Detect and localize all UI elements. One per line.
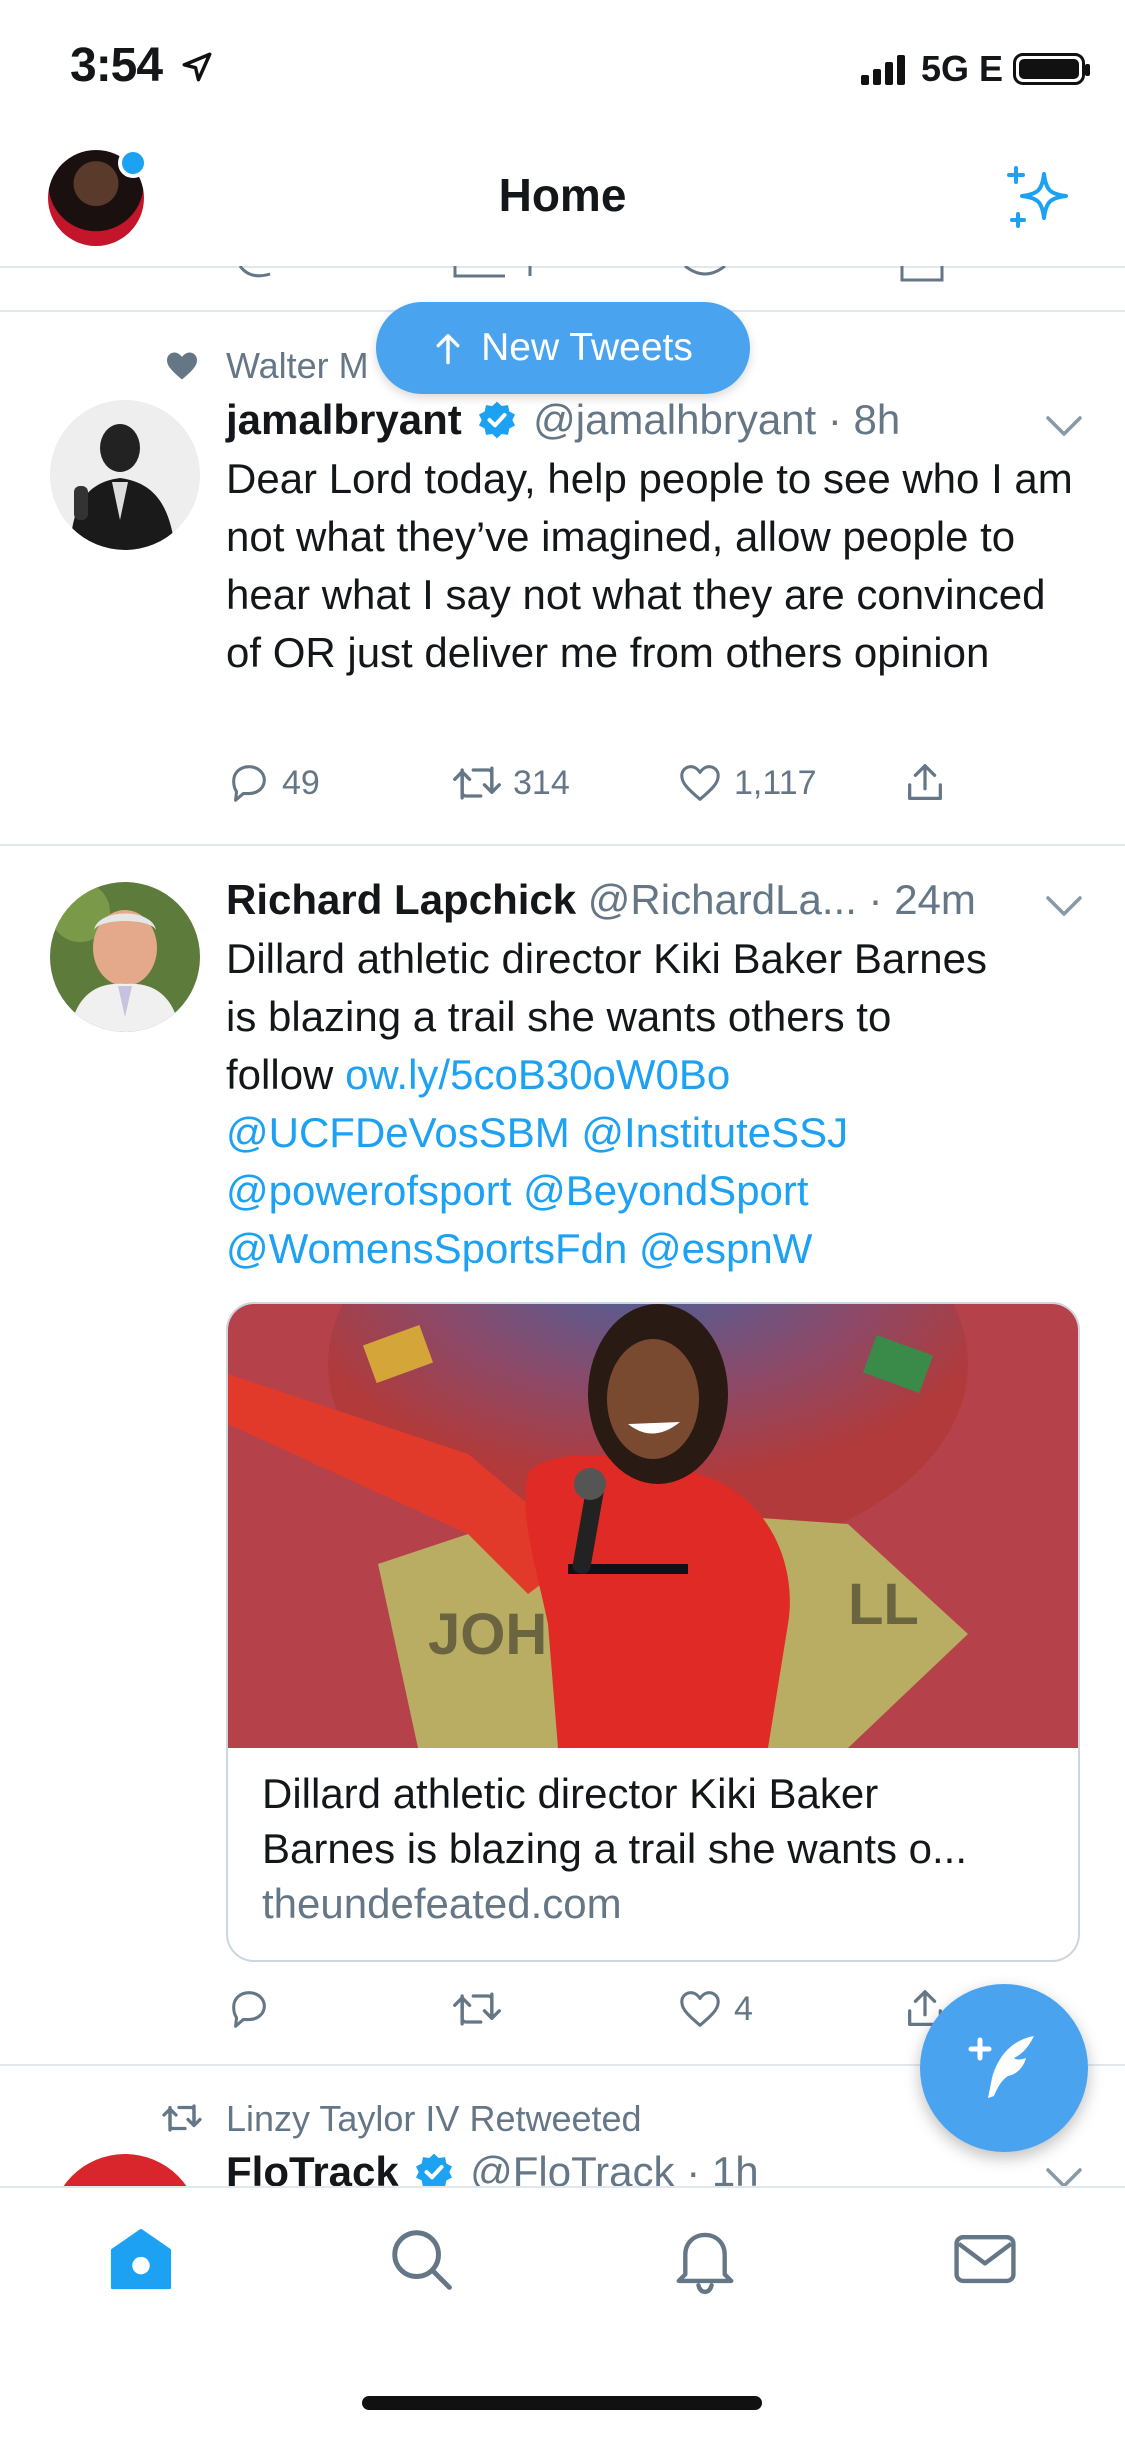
tweet-text: Dear Lord today, help people to see who … — [226, 455, 1073, 676]
svg-text:LL: LL — [848, 1572, 919, 1637]
avatar[interactable] — [50, 882, 200, 1032]
like-count: 4 — [734, 1989, 753, 2028]
reply-button[interactable] — [226, 1986, 451, 2032]
tweet-text-segment: follow — [226, 1051, 346, 1098]
like-heart-icon — [680, 1991, 720, 2027]
chevron-down-icon[interactable] — [1044, 412, 1084, 440]
tweet-author-handle[interactable]: @RichardLa... — [588, 876, 857, 923]
retweet-button[interactable]: 314 — [451, 760, 676, 806]
card-text: Dillard athletic director Kiki Baker Bar… — [228, 1748, 1078, 1931]
search-icon[interactable] — [386, 2224, 456, 2294]
new-tweets-label: New Tweets — [481, 326, 693, 369]
compose-feather-icon — [968, 2036, 1034, 2098]
like-count: 1,117 — [734, 763, 817, 802]
mail-icon[interactable] — [950, 2224, 1020, 2294]
tweet-author-name[interactable]: jamalbryant — [226, 396, 462, 443]
tweet-author-name[interactable]: Richard Lapchick — [226, 876, 576, 923]
share-button[interactable] — [901, 760, 1125, 806]
reply-button[interactable]: 49 — [226, 760, 451, 806]
tweet-time: · 24m — [868, 876, 976, 923]
signal-bars-icon — [860, 55, 905, 85]
retweet-icon — [453, 1992, 501, 2026]
svg-text:JOH: JOH — [428, 1602, 547, 1667]
home-icon[interactable] — [106, 2224, 176, 2294]
avatar[interactable] — [50, 400, 200, 550]
bell-icon[interactable] — [670, 2224, 740, 2294]
sparkle-icon[interactable] — [1000, 160, 1080, 240]
like-button[interactable]: 1,117 — [676, 760, 901, 806]
link-preview-card[interactable]: JOH LL Dillard athletic director Kiki Ba… — [226, 1302, 1080, 1962]
card-title: Barnes is blazing a trail she wants o... — [262, 1825, 968, 1872]
social-context: Linzy Taylor IV Retweeted — [226, 2098, 642, 2139]
card-title: Dillard athletic director Kiki Baker — [262, 1770, 879, 1817]
tweet-mentions[interactable]: @WomensSportsFdn @espnW — [226, 1220, 1096, 1278]
tweet-divider — [0, 844, 1125, 846]
status-indicators: 5G E — [860, 48, 1090, 90]
tweet-text-line: follow ow.ly/5coB30oW0Bo — [226, 1046, 1096, 1104]
tweet-author-handle[interactable]: @jamalhbryant — [533, 396, 816, 443]
tweet-mentions[interactable]: @powerofsport @BeyondSport — [226, 1162, 1096, 1220]
like-button[interactable]: 4 — [676, 1986, 901, 2032]
retweet-button[interactable] — [451, 1986, 676, 2032]
reply-count: 49 — [282, 763, 320, 802]
reply-icon — [232, 1991, 266, 2028]
previous-tweet-actions — [230, 266, 970, 284]
retweet-count: 314 — [513, 763, 570, 802]
tweet-link[interactable]: ow.ly/5coB30oW0Bo — [345, 1051, 730, 1098]
tweet-time: · 8h — [827, 396, 901, 443]
verified-badge-icon — [479, 401, 516, 439]
like-heart-icon — [680, 765, 720, 801]
tweet-actions: 49 314 1,117 — [226, 760, 1125, 806]
social-context: Walter M — [226, 345, 369, 386]
tweet-text-line: Dillard athletic director Kiki Baker Bar… — [226, 935, 987, 982]
tweet-text: Dillard athletic director Kiki Baker Bar… — [226, 930, 1096, 1278]
status-time: 3:54 — [70, 39, 163, 92]
network-label: 5G E — [920, 48, 1003, 89]
tweet-text-line: is blazing a trail she wants others to — [226, 993, 892, 1040]
compose-tweet-button[interactable] — [920, 1984, 1088, 2152]
tweet-mentions[interactable]: @UCFDeVosSBM @InstituteSSJ — [226, 1104, 1096, 1162]
retweet-icon — [162, 2104, 202, 2132]
card-domain: theundefeated.com — [262, 1880, 622, 1927]
retweet-icon — [453, 766, 501, 800]
chevron-down-icon[interactable] — [1044, 892, 1084, 920]
location-arrow-icon — [182, 52, 212, 82]
page-title: Home — [498, 169, 627, 221]
home-indicator[interactable] — [362, 2396, 762, 2410]
new-tweets-pill[interactable]: New Tweets — [376, 302, 750, 394]
arrow-up-icon — [436, 334, 460, 365]
reply-icon — [232, 765, 266, 802]
heart-icon — [167, 352, 197, 380]
tweet-header: jamalbryant @jamalhbryant · 8h — [226, 396, 900, 444]
card-image: JOH LL — [228, 1304, 1078, 1748]
tweet-header: Richard Lapchick @RichardLa... · 24m — [226, 876, 976, 924]
share-icon — [908, 764, 942, 800]
battery-icon — [1013, 53, 1090, 85]
